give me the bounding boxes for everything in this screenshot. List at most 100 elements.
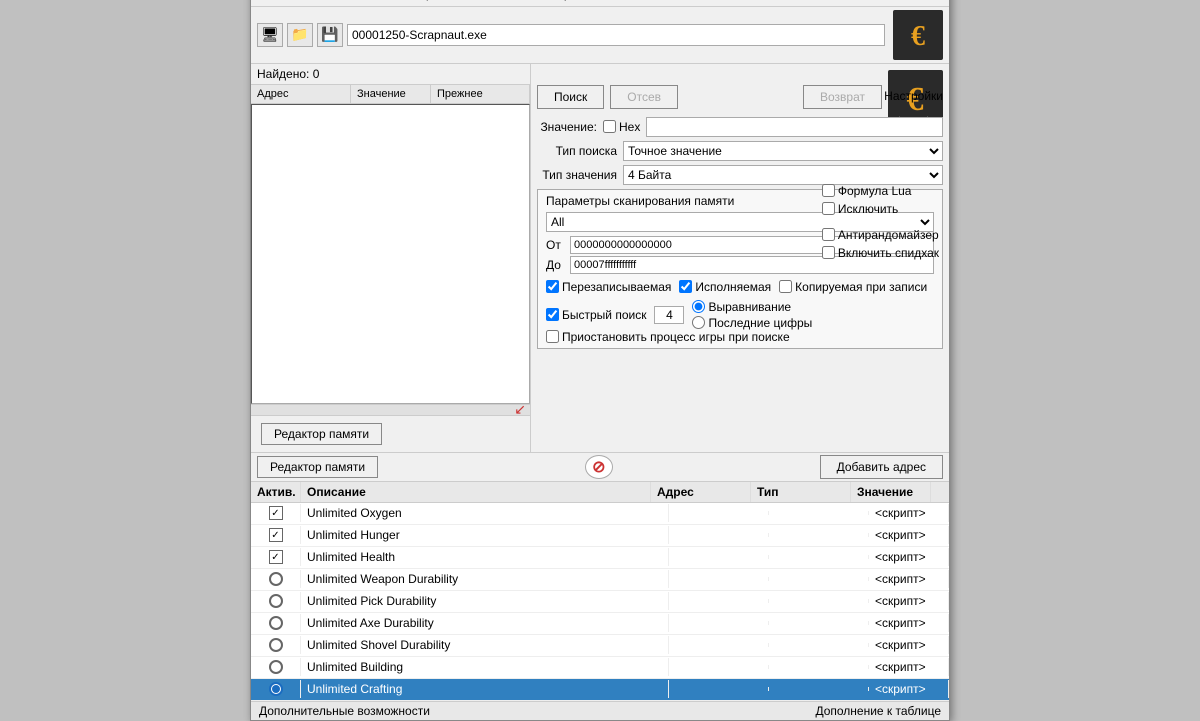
cell-active (251, 680, 301, 698)
col-previous: Прежнее (431, 85, 530, 103)
exclude-checkbox[interactable] (822, 202, 835, 215)
hex-checkbox[interactable] (603, 120, 616, 133)
menu-d3d[interactable]: D3D (446, 0, 488, 4)
lua-formula-item: Формула Lua (822, 184, 939, 198)
scan-header: Адрес Значение Прежнее (251, 85, 530, 104)
fast-scan-check-item: Быстрый поиск (546, 308, 646, 322)
main-window: CE Cheat Engine 7.2 ─ □ ✕ Файл Изменить … (250, 0, 950, 721)
menu-table[interactable]: Таблица (379, 0, 444, 4)
checkboxes-row: Перезаписываемая Исполняемая Копируемая … (546, 280, 927, 294)
cheat-row[interactable]: Unlimited Axe Durability <скрипт> (251, 613, 949, 635)
col-address: Адрес (251, 85, 351, 103)
cell-val: <скрипт> (869, 680, 949, 698)
cell-desc: Unlimited Pick Durability (301, 592, 669, 610)
cell-val: <скрипт> (869, 548, 949, 566)
cheat-row[interactable]: Unlimited Weapon Durability <скрипт> (251, 569, 949, 591)
resize-handle[interactable]: ↙ (251, 404, 530, 416)
menu-edit[interactable]: Изменить (305, 0, 377, 4)
cell-desc: Unlimited Weapon Durability (301, 570, 669, 588)
cheat-row[interactable]: Unlimited Building <скрипт> (251, 657, 949, 679)
cell-type (769, 511, 869, 515)
cell-type (769, 665, 869, 669)
speedhack-checkbox[interactable] (822, 246, 835, 259)
active-checked-icon: ✓ (269, 506, 283, 520)
cell-val: <скрипт> (869, 504, 949, 522)
cell-addr (669, 511, 769, 515)
toolbar-screen-btn[interactable]: 🖥 (257, 23, 283, 47)
cell-active: ✓ (251, 504, 301, 522)
toolbar: 🖥 📁 💾 € (251, 7, 949, 64)
anti-random-checkbox[interactable] (822, 228, 835, 241)
cheat-row[interactable]: ✓ Unlimited Hunger <скрипт> (251, 525, 949, 547)
scan-type-select[interactable]: Точное значение (623, 141, 943, 161)
cell-addr (669, 621, 769, 625)
menu-mono[interactable]: Mono (490, 0, 538, 4)
status-bar: Дополнительные возможности Дополнение к … (251, 701, 949, 720)
cell-desc: Unlimited Shovel Durability (301, 636, 669, 654)
cell-type (769, 621, 869, 625)
fast-scan-row: Быстрый поиск Выравнивание Последние циф… (546, 300, 934, 330)
cell-desc: Unlimited Oxygen (301, 504, 669, 522)
lua-formula-label: Формула Lua (838, 184, 912, 198)
col-value: Значение (351, 85, 431, 103)
cheat-row[interactable]: ✓ Unlimited Oxygen <скрипт> (251, 503, 949, 525)
executable-checkbox[interactable] (679, 280, 692, 293)
active-circle-icon (269, 638, 283, 652)
cheat-row[interactable]: Unlimited Pick Durability <скрипт> (251, 591, 949, 613)
toolbar-save-btn[interactable]: 💾 (317, 23, 343, 47)
align-radio[interactable] (692, 300, 705, 313)
menu-help[interactable]: Справка (540, 0, 605, 4)
value-input[interactable] (646, 117, 943, 137)
fast-scan-input[interactable] (654, 306, 684, 324)
value-type-select[interactable]: 4 Байта (623, 165, 943, 185)
cell-desc: Unlimited Building (301, 658, 669, 676)
cell-addr (669, 643, 769, 647)
value-label: Значение: (537, 120, 597, 134)
menu-file[interactable]: Файл (255, 0, 303, 4)
executable-label: Исполняемая (695, 280, 771, 294)
lua-formula-checkbox[interactable] (822, 184, 835, 197)
add-address-button[interactable]: Добавить адрес (820, 455, 943, 479)
cell-type (769, 555, 869, 559)
exclude-label: Исключить (838, 202, 898, 216)
delete-icon[interactable]: ⊘ (585, 455, 613, 479)
active-circle-icon (269, 572, 283, 586)
toolbar-folder-btn[interactable]: 📁 (287, 23, 313, 47)
cell-addr (669, 555, 769, 559)
last-digits-radio[interactable] (692, 316, 705, 329)
writable-check-item: Перезаписываемая (546, 280, 671, 294)
hex-checkbox-group: Hex (603, 120, 640, 134)
cheat-row[interactable]: Unlimited Crafting <скрипт> (251, 679, 949, 701)
cell-active (251, 592, 301, 610)
right-checkboxes: Формула Lua Исключить Антирандомайзер Вк… (822, 184, 939, 260)
writable-checkbox[interactable] (546, 280, 559, 293)
fast-scan-checkbox[interactable] (546, 308, 559, 321)
cheat-row[interactable]: Unlimited Shovel Durability <скрипт> (251, 635, 949, 657)
cell-val: <скрипт> (869, 614, 949, 632)
cell-addr (669, 687, 769, 691)
footer-left: Дополнительные возможности (259, 704, 430, 718)
cheat-list: Актив. Описание Адрес Тип Значение ✓ Unl… (251, 482, 949, 701)
align-label: Выравнивание (708, 300, 791, 314)
col-active: Актив. (251, 482, 301, 502)
bottom-toolbar: Редактор памяти ⊘ Добавить адрес (251, 452, 949, 482)
to-label: До (546, 258, 566, 272)
from-label: От (546, 238, 566, 252)
left-panel: Найдено: 0 Адрес Значение Прежнее ↙ Реда… (251, 64, 531, 452)
cell-val: <скрипт> (869, 658, 949, 676)
col-addr: Адрес (651, 482, 751, 502)
cell-val: <скрипт> (869, 592, 949, 610)
cell-active: ✓ (251, 548, 301, 566)
active-checked-icon: ✓ (269, 550, 283, 564)
memory-editor-button[interactable]: Редактор памяти (261, 423, 382, 445)
pause-checkbox[interactable] (546, 330, 559, 343)
copy-on-write-checkbox[interactable] (779, 280, 792, 293)
cell-active (251, 658, 301, 676)
memory-editor-btn-2[interactable]: Редактор памяти (257, 456, 378, 478)
active-circle-icon (269, 660, 283, 674)
process-input[interactable] (347, 24, 885, 46)
settings-label: Настройки (884, 89, 943, 103)
last-digits-radio-item: Последние цифры (692, 316, 812, 330)
cheat-row[interactable]: ✓ Unlimited Health <скрипт> (251, 547, 949, 569)
align-radio-item: Выравнивание (692, 300, 812, 314)
